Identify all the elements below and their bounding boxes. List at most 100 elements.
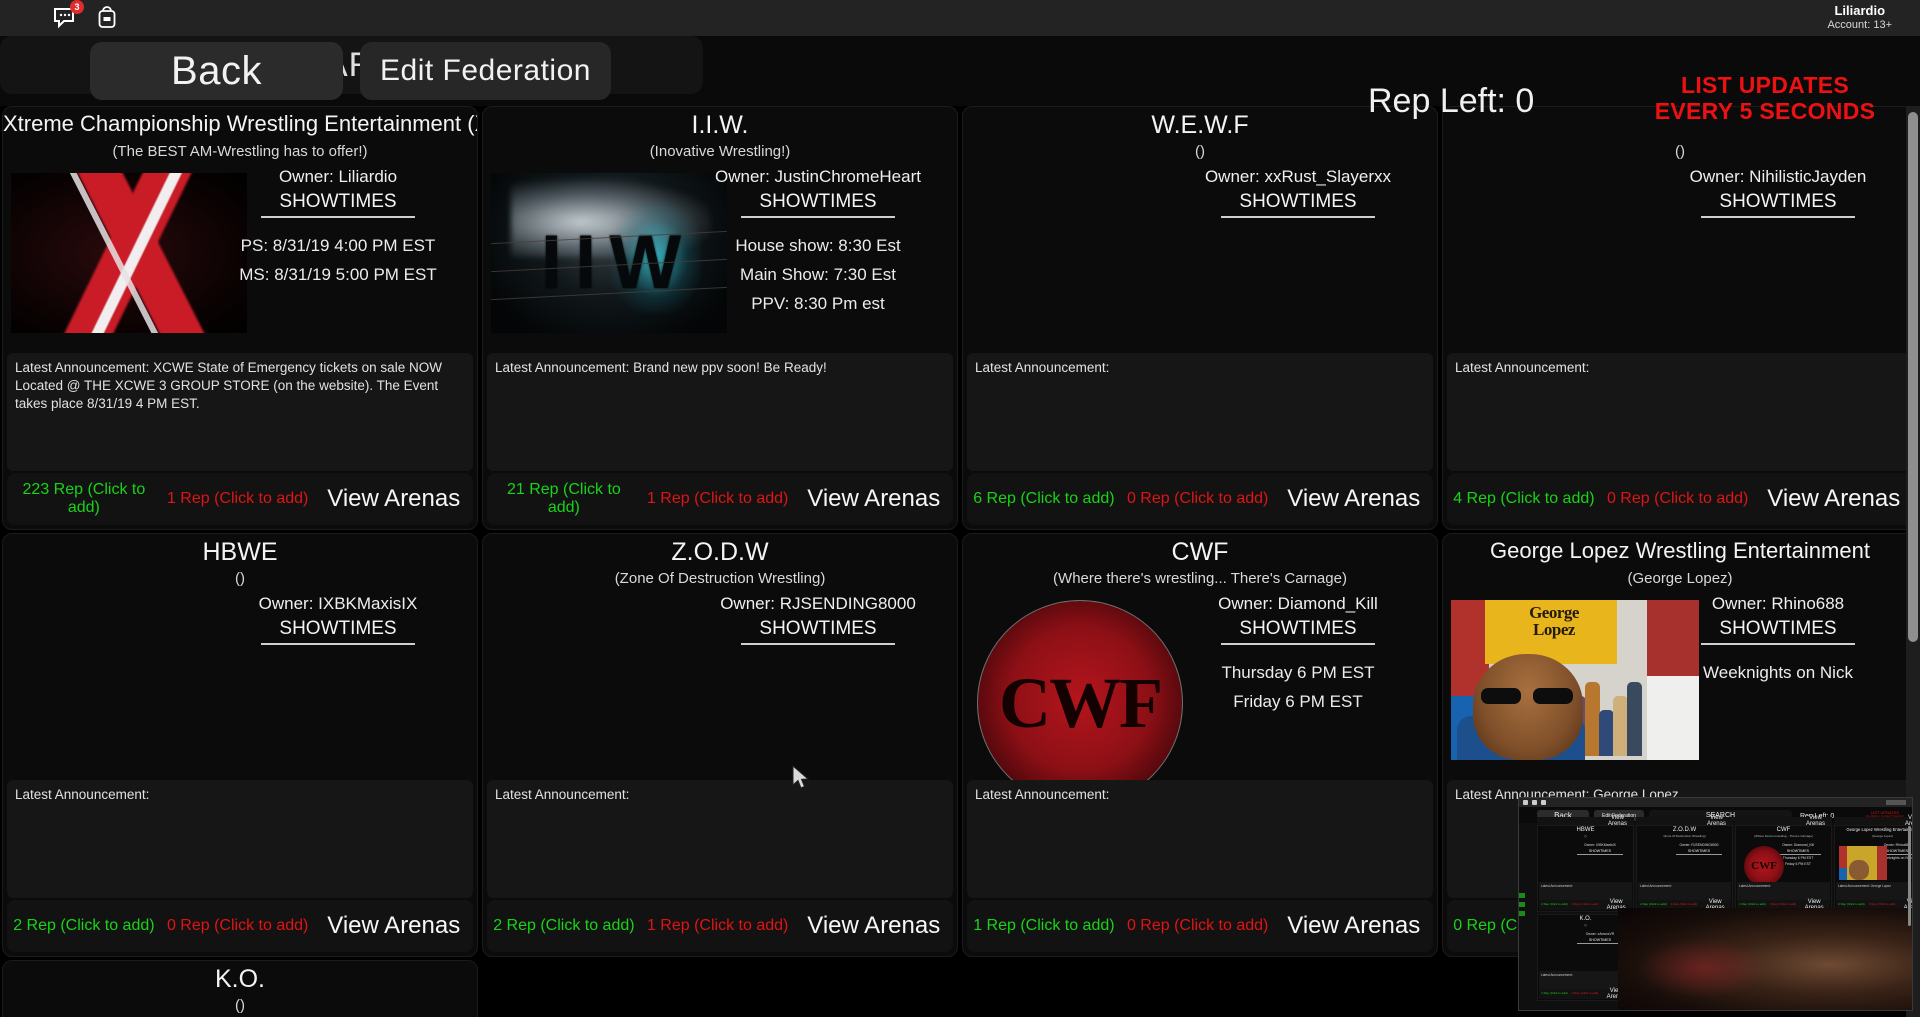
federation-info: Owner: NihilisticJayden SHOWTIMES [1653, 167, 1903, 227]
federation-card[interactable]: HBWE () Owner: IXBKMaxisIX SHOWTIMES Latest … [2, 533, 478, 957]
rep-add-negative-button[interactable]: 1 Rep (Click to add) [641, 490, 795, 508]
pip-federation-name: HBWE [1576, 827, 1595, 833]
xcwe-logo-icon [11, 173, 247, 333]
pip-federation-slogan: (George Lopez) [1871, 834, 1893, 838]
account-type: Account: 13+ [1827, 19, 1892, 32]
pip-rep-positive: 2 Rep (Click to add) [1640, 902, 1667, 907]
pip-view-arenas-top: View Arenas [1904, 815, 1913, 827]
federation-slogan: (Where there's wrestling... There's Carn… [1053, 570, 1347, 587]
backpack-icon[interactable] [92, 3, 122, 33]
view-arenas-button[interactable]: View Arenas [795, 912, 953, 940]
rep-add-positive-button[interactable]: 4 Rep (Click to add) [1447, 490, 1601, 508]
back-button[interactable]: Back [90, 42, 343, 100]
federation-name: CWF [1171, 538, 1229, 566]
pip-federation-slogan: (Where there's wrestling... There's Carn… [1754, 834, 1813, 838]
rep-add-positive-button[interactable]: 21 Rep (Click to add) [487, 481, 641, 517]
federation-card[interactable]: Xtreme Championship Wrestling Entertainm… [2, 106, 478, 530]
rep-add-positive-button[interactable]: 223 Rep (Click to add) [7, 481, 161, 517]
rep-add-positive-button[interactable]: 1 Rep (Click to add) [967, 917, 1121, 935]
federation-card[interactable]: CWF (Where there's wrestling... There's C… [962, 533, 1438, 957]
federation-info: Owner: xxRust_Slayerxx SHOWTIMES [1173, 167, 1423, 227]
list-updates-line1: LIST UPDATES [1680, 72, 1849, 98]
pip-rep-negative: 0 Rep (Click to add) [1571, 902, 1599, 907]
pip-george-lopez-logo-icon [1839, 846, 1887, 880]
rep-add-positive-button[interactable]: 2 Rep (Click to add) [7, 917, 161, 935]
rep-add-negative-button[interactable]: 1 Rep (Click to add) [161, 490, 315, 508]
federation-owner: Owner: JustinChromeHeart [715, 167, 921, 186]
hamburger-menu-icon[interactable] [12, 3, 38, 33]
view-arenas-button[interactable]: View Arenas [1755, 485, 1913, 513]
federation-showtime: MS: 8/31/19 5:00 PM EST [239, 265, 437, 284]
rep-add-negative-button[interactable]: 0 Rep (Click to add) [1121, 490, 1275, 508]
federation-name: Z.O.D.W [671, 538, 769, 566]
rep-add-negative-button[interactable]: 0 Rep (Click to add) [1121, 917, 1275, 935]
showtimes-label[interactable]: SHOWTIMES [1701, 191, 1855, 218]
chat-unread-badge: 3 [70, 0, 84, 14]
federation-owner: Owner: IXBKMaxisIX [258, 594, 418, 613]
showtimes-label[interactable]: SHOWTIMES [741, 191, 895, 218]
showtimes-label[interactable]: SHOWTIMES [261, 618, 415, 645]
pip-account-info [1886, 800, 1906, 805]
pip-showtimes-label: SHOWTIMES [1577, 938, 1623, 944]
rep-add-negative-button[interactable]: 1 Rep (Click to add) [641, 917, 795, 935]
edit-federation-button[interactable]: Edit Federation [360, 42, 611, 100]
pip-partial-card-footer: View Arenas [1537, 815, 1634, 827]
view-arenas-button[interactable]: View Arenas [1275, 912, 1433, 940]
view-arenas-button[interactable]: View Arenas [315, 912, 473, 940]
pip-rep-negative: 1 Rep (Click to add) [1670, 902, 1698, 907]
showtimes-label[interactable]: SHOWTIMES [1221, 618, 1375, 645]
showtimes-label[interactable]: SHOWTIMES [261, 191, 415, 218]
pip-rep-positive: 1 Rep (Click to add) [1739, 902, 1766, 907]
federation-card[interactable]: Z.O.D.W (Zone Of Destruction Wrestling) Ow… [482, 533, 958, 957]
federation-owner: Owner: NihilisticJayden [1689, 167, 1867, 186]
pip-left-edge-strip [1519, 893, 1525, 933]
federation-card[interactable]: I.I.W. (Inovative Wrestling!) I I W Owner: … [482, 106, 958, 530]
pip-backpack-icon [1541, 800, 1546, 805]
federation-slogan: () [1675, 143, 1685, 160]
federation-showtime: PS: 8/31/19 4:00 PM EST [240, 236, 436, 255]
view-arenas-button[interactable]: View Arenas [795, 485, 953, 513]
pip-rep-negative: 0 Rep (Click to add) [1868, 902, 1896, 907]
list-updates-line2: EVERY 5 SECONDS [1654, 98, 1876, 125]
federation-announcement: Latest Announcement: Brand new ppv soon!… [487, 353, 953, 471]
federation-card-footer: 1 Rep (Click to add) 0 Rep (Click to add)… [967, 900, 1433, 952]
federation-card[interactable]: K.O. () [2, 960, 478, 1017]
federation-owner: Owner: Rhino688 [1711, 594, 1845, 613]
pip-federation-name: CWF [1776, 827, 1791, 833]
view-arenas-button[interactable]: View Arenas [315, 485, 473, 513]
pip-partial-card-footer: View Arenas [1636, 815, 1733, 827]
federation-name: I.I.W. [691, 111, 749, 139]
screen-preview-overlay[interactable]: Back Edit Federation SEARCH Rep Left: 0 … [1518, 797, 1913, 1011]
federation-showtime: Friday 6 PM EST [1233, 692, 1363, 711]
pip-rep-positive: 0 Rep (Click to add) [1838, 902, 1865, 907]
view-arenas-button[interactable]: View Arenas [1275, 485, 1433, 513]
showtimes-label[interactable]: SHOWTIMES [741, 618, 895, 645]
rep-add-negative-button[interactable]: 0 Rep (Click to add) [161, 917, 315, 935]
rep-add-positive-button[interactable]: 6 Rep (Click to add) [967, 490, 1121, 508]
federation-showtime: Weeknights on Nick [1703, 663, 1853, 682]
rep-add-positive-button[interactable]: 2 Rep (Click to add) [487, 917, 641, 935]
showtimes-label[interactable]: SHOWTIMES [1221, 191, 1375, 218]
federation-owner: Owner: xxRust_Slayerxx [1204, 167, 1392, 186]
iiw-logo-icon: I I W [491, 173, 727, 333]
pip-showtimes-label: SHOWTIMES [1676, 849, 1722, 855]
federation-card[interactable]: W.E.W.F () Owner: xxRust_Slayerxx SHOWTIMES… [962, 106, 1438, 530]
pip-federation-card: HBWE() Owner: IXBKMaxisIX SHOWTIMES Latest … [1537, 825, 1634, 912]
pip-cwf-logo-icon: CWF [1744, 846, 1784, 886]
rep-add-negative-button[interactable]: 0 Rep (Click to add) [1601, 490, 1755, 508]
pip-chat-bubble-icon [1532, 800, 1537, 805]
federation-owner: Owner: RJSENDING8000 [720, 594, 916, 613]
federation-announcement: Latest Announcement: [967, 780, 1433, 898]
federation-showtime: Thursday 6 PM EST [1221, 663, 1375, 682]
scrollbar-thumb[interactable] [1908, 112, 1918, 642]
chat-bubble-icon[interactable]: 3 [50, 0, 84, 33]
federation-slogan: (George Lopez) [1627, 570, 1733, 587]
federation-announcement: Latest Announcement: [487, 780, 953, 898]
federation-card[interactable]: () Owner: NihilisticJayden SHOWTIMES Latest… [1442, 106, 1918, 530]
federation-card-footer: 223 Rep (Click to add) 1 Rep (Click to ad… [7, 473, 473, 525]
federation-showtime: PPV: 8:30 Pm est [751, 294, 885, 313]
federation-info: Owner: Diamond_Kill SHOWTIMES Thursday 6 P… [1173, 594, 1423, 712]
pip-rep-negative: 0 Rep (Click to add) [1769, 902, 1797, 907]
showtimes-label[interactable]: SHOWTIMES [1701, 618, 1855, 645]
pip-federation-card: George Lopez Wrestling Entertainment (Geo… [1834, 825, 1912, 912]
